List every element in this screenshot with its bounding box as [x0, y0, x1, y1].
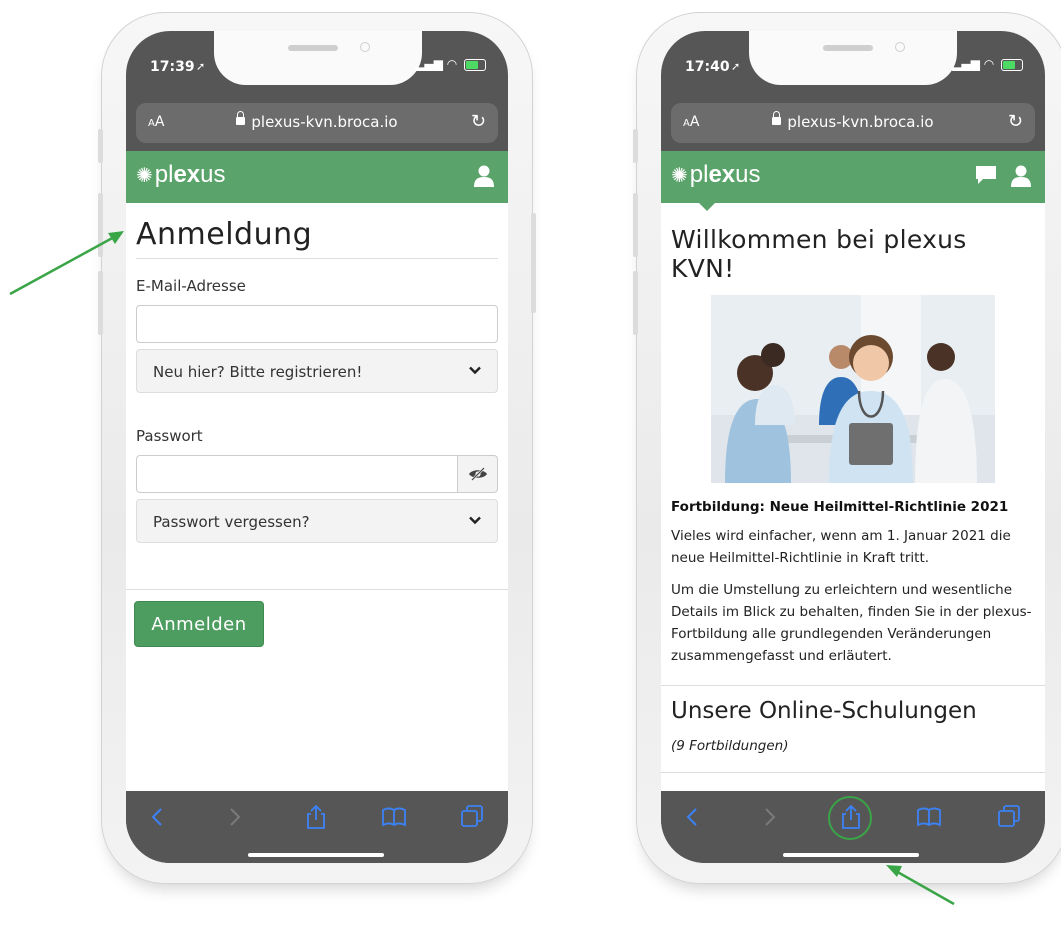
arrow-to-title [9, 231, 124, 296]
annotation-arrows [9, 231, 955, 906]
arrow-to-home-indicator [886, 865, 955, 906]
divider-pointer [170, 581, 186, 589]
